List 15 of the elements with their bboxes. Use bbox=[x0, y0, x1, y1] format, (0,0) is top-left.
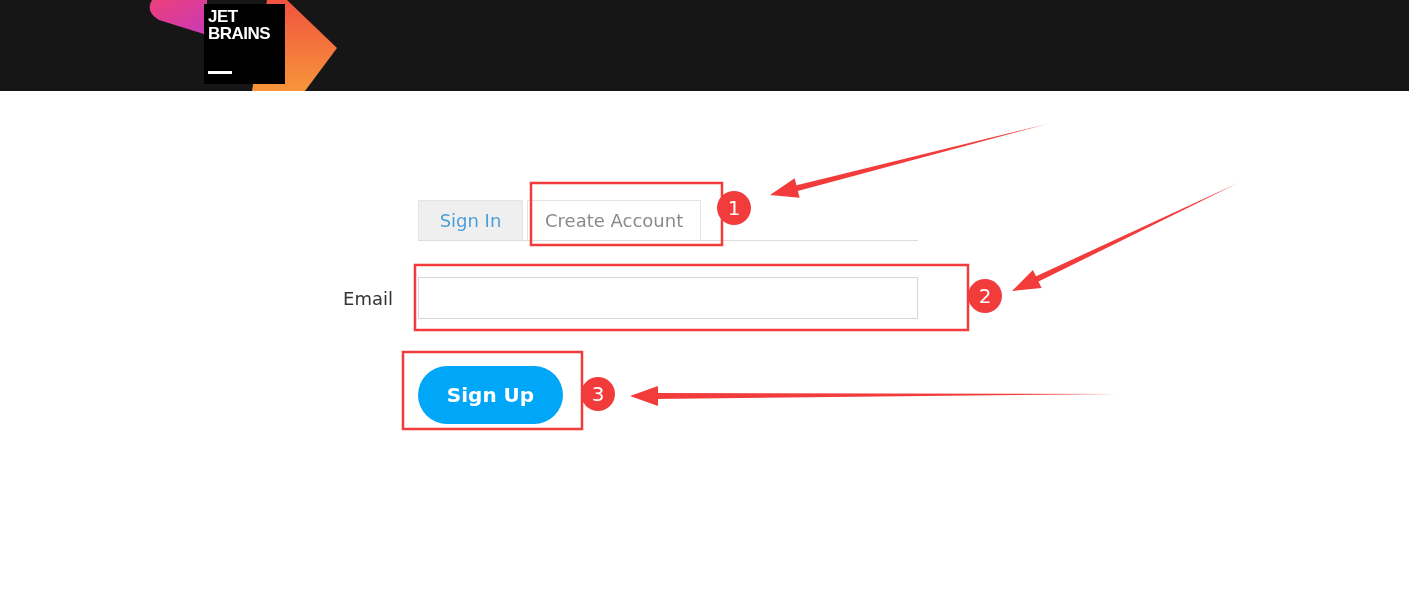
sign-up-button[interactable]: Sign Up bbox=[418, 366, 563, 424]
step-number: 2 bbox=[978, 284, 992, 308]
step-marker bbox=[717, 191, 751, 225]
step-number: 1 bbox=[727, 196, 741, 220]
step-marker bbox=[968, 279, 1002, 313]
logo-icon bbox=[147, 0, 337, 91]
logo-text: BRAINS bbox=[208, 25, 271, 42]
email-label: Email bbox=[342, 287, 393, 309]
step-number: 3 bbox=[591, 382, 605, 406]
tab[interactable]: Sign In bbox=[418, 200, 523, 240]
logo-underline bbox=[208, 71, 232, 74]
tab[interactable]: Create Account bbox=[527, 200, 702, 240]
step-marker bbox=[581, 377, 615, 411]
logo-text: JET bbox=[208, 8, 238, 25]
email-field[interactable] bbox=[418, 277, 918, 319]
